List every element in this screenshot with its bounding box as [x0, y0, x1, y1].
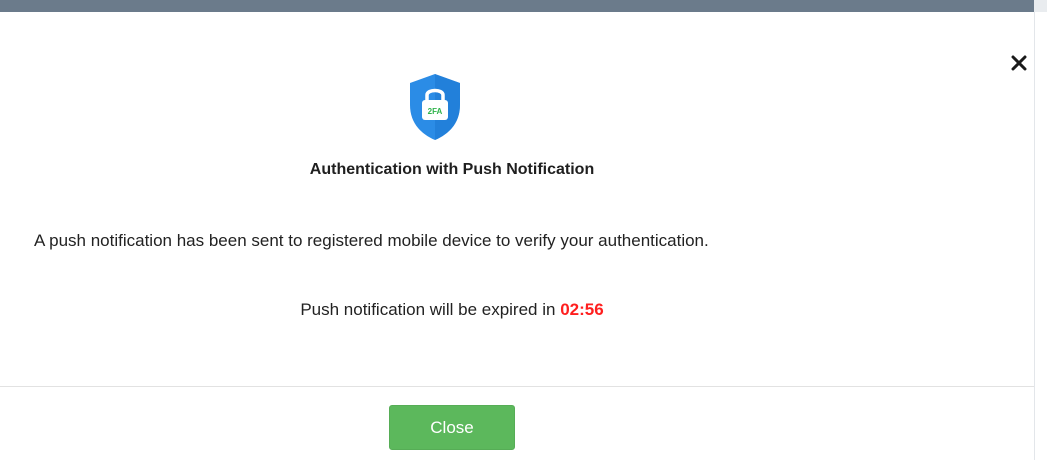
notification-message: A push notification has been sent to reg… [34, 231, 709, 250]
scrollbar-track[interactable] [1034, 12, 1035, 460]
footer-divider [0, 386, 1034, 387]
close-x-glyph [1011, 55, 1027, 71]
page-header-bar [0, 0, 1034, 12]
close-icon[interactable] [1006, 50, 1032, 76]
badge-2fa-text: 2FA [428, 107, 443, 116]
expiry-line: Push notification will be expired in 02:… [0, 300, 904, 320]
modal-title: Authentication with Push Notification [309, 161, 595, 178]
close-button[interactable]: Close [389, 405, 515, 450]
scrollbar-corner [1034, 0, 1047, 12]
countdown-timer: 02:56 [560, 300, 604, 319]
shield-lock-icon: 2FA [405, 72, 465, 142]
expiry-prefix: Push notification will be expired in [300, 300, 561, 319]
